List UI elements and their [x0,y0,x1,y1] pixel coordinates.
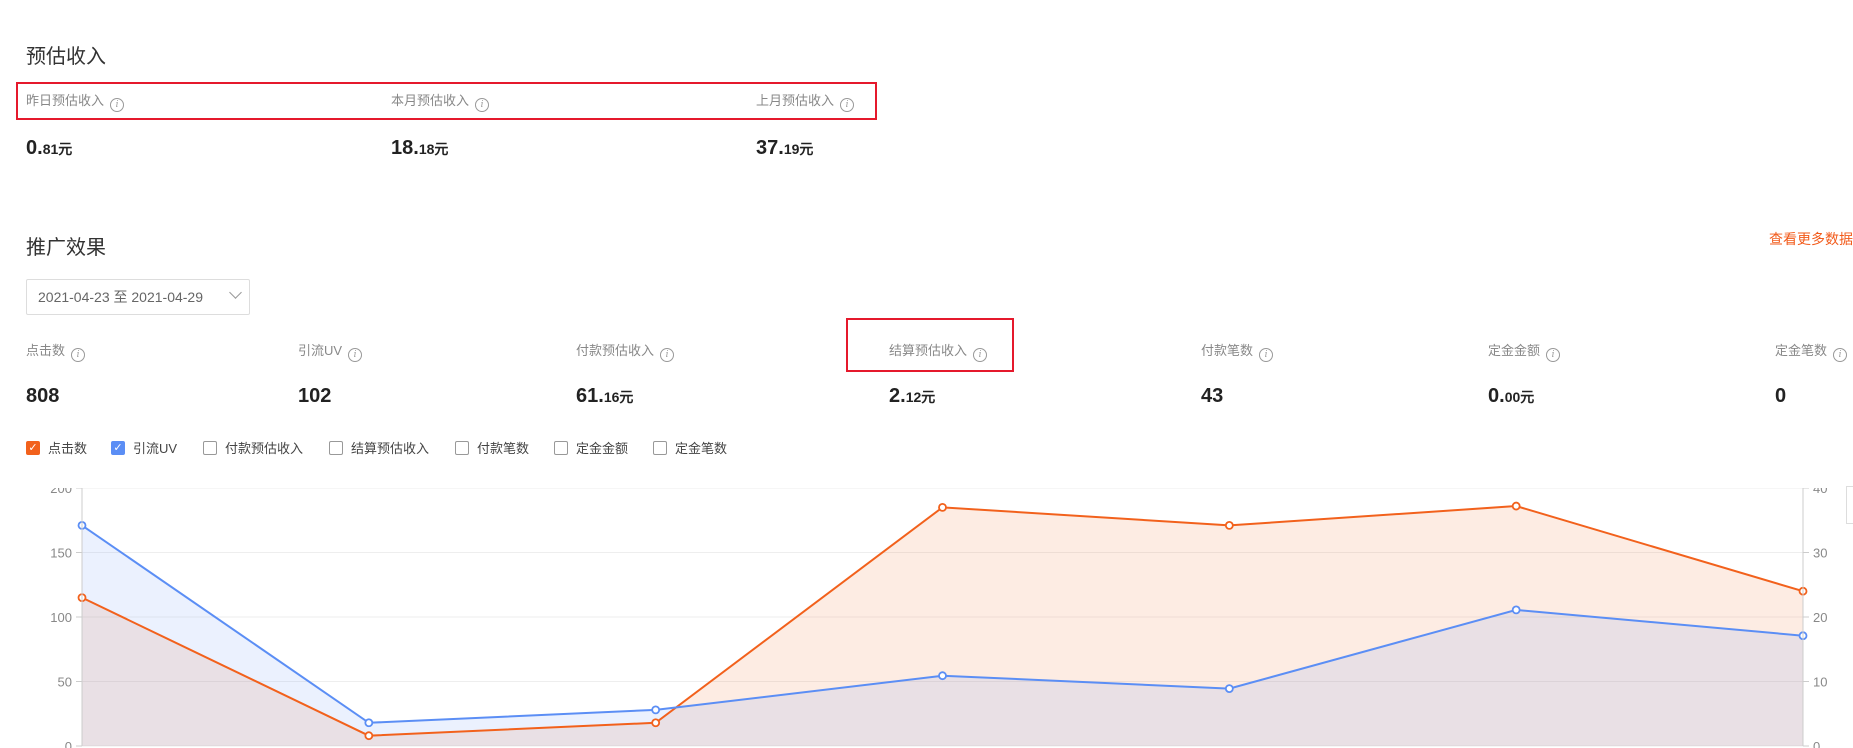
data-point [1511,605,1521,615]
estimated-income-title: 预估收入 [26,46,106,68]
info-icon[interactable]: i [1833,348,1848,362]
legend-checkbox-deposit-amount[interactable]: 定金金额 [554,438,628,457]
data-point [938,502,947,512]
y-right-tick-label: 20 [1813,610,1827,625]
chevron-down-icon [229,286,242,299]
stat-value-this-month: 18.18元 [391,137,449,159]
info-icon[interactable]: i [1259,348,1274,362]
y-axis-left: 200 150 100 50 0 [50,488,83,748]
info-icon[interactable]: i [71,348,86,362]
legend-checkbox-clicks[interactable]: ✓ 点击数 [26,438,87,457]
y-axis-right: 40 30 20 10 0 [1802,488,1827,748]
checkbox-icon[interactable] [203,440,217,455]
stat-value-payment-count: 43 [1201,385,1224,407]
stat-label-clicks: 点击数 i [26,340,86,362]
stat-value-settled-income: 2.12元 [889,385,936,407]
info-icon[interactable]: i [110,98,125,112]
y-left-tick-label: 50 [58,675,72,690]
checkbox-icon[interactable] [329,440,343,455]
side-panel-tab[interactable] [1846,486,1853,524]
view-more-data-link[interactable]: 查看更多数据 [1769,229,1853,249]
info-icon[interactable]: i [660,348,675,362]
date-range-value: 2021-04-23 至 2021-04-29 [38,289,204,305]
data-point [1224,521,1234,530]
stat-value-last-month: 37.19元 [756,137,814,159]
data-point [364,718,374,728]
stat-label-this-month: 本月预估收入 i [391,90,490,112]
info-icon[interactable]: i [840,98,855,112]
stat-label-deposit-count: 定金笔数 i [1775,340,1848,362]
promotion-title: 推广效果 [26,237,106,259]
stat-label-last-month: 上月预估收入 i [756,90,855,112]
legend-checkbox-uv[interactable]: ✓ 引流UV [111,438,177,457]
info-icon[interactable]: i [973,348,988,362]
data-point [364,731,374,741]
chart-areas [82,506,1803,746]
stat-value-deposit-count: 0 [1775,385,1787,407]
y-left-tick-label: 150 [50,546,72,561]
stat-label-paid-income: 付款预估收入 i [576,340,675,362]
legend-checkbox-paid-income[interactable]: 付款预估收入 [203,438,303,457]
legend-checkbox-settled-income[interactable]: 结算预估收入 [329,438,429,457]
info-icon[interactable]: i [1546,348,1561,362]
y-right-tick-label: 30 [1813,546,1827,561]
data-point [651,705,661,715]
trend-chart: 200150100500 403020100 [50,488,1827,748]
stat-value-paid-income: 61.16元 [576,385,634,407]
stat-label-deposit-amount: 定金金额 i [1488,340,1561,362]
y-right-tick-label: 0 [1813,739,1820,748]
checkbox-icon[interactable] [554,440,568,455]
stat-label-uv: 引流UV i [298,340,363,362]
y-left-tick-label: 100 [50,610,72,625]
y-left-tick-label: 0 [65,739,72,748]
stat-value-yesterday: 0.81元 [26,137,73,159]
info-icon[interactable]: i [475,98,490,112]
stat-value-uv: 102 [298,385,332,407]
data-point [651,718,661,728]
data-point [1511,501,1521,511]
legend-checkbox-payment-count[interactable]: 付款笔数 [455,438,529,457]
checkbox-checked-icon[interactable]: ✓ [26,440,40,455]
checkbox-checked-icon[interactable]: ✓ [111,440,125,455]
date-range-picker[interactable]: 2021-04-23 至 2021-04-29 [26,279,250,315]
checkbox-icon[interactable] [455,440,469,455]
y-left-tick-label: 200 [50,488,72,496]
y-right-tick-label: 40 [1813,488,1827,496]
data-point [1224,684,1234,693]
stat-value-clicks: 808 [26,385,60,407]
stat-label-settled-income: 结算预估收入 i [889,340,988,362]
stat-label-yesterday: 昨日预估收入 i [26,90,125,112]
stat-label-payment-count: 付款笔数 i [1201,340,1274,362]
y-right-tick-label: 10 [1813,675,1827,690]
checkbox-icon[interactable] [653,440,667,455]
data-point [938,671,947,681]
stat-value-deposit-amount: 0.00元 [1488,385,1535,407]
legend-checkbox-deposit-count[interactable]: 定金笔数 [653,438,727,457]
info-icon[interactable]: i [348,348,363,362]
